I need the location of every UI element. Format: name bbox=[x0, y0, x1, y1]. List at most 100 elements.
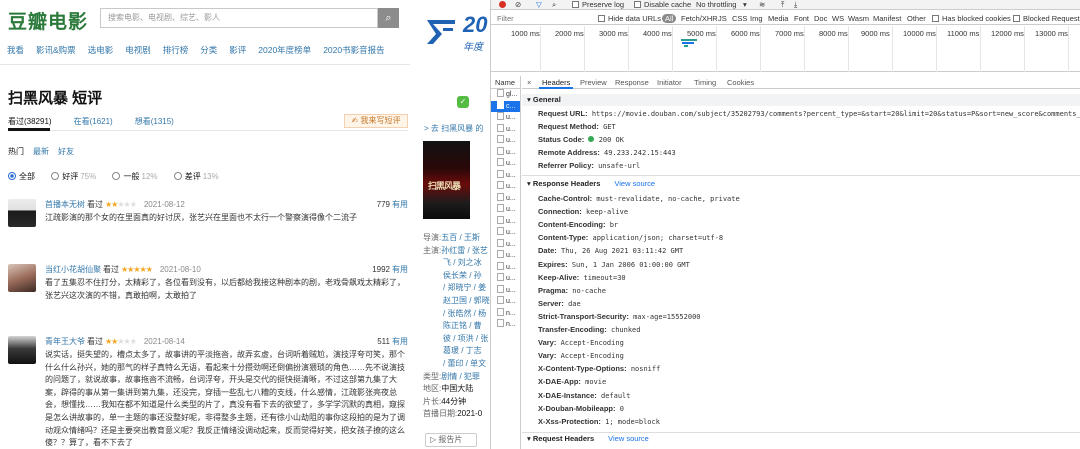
filter-positive[interactable]: 好评 75% bbox=[51, 171, 96, 182]
type-css[interactable]: CSS bbox=[732, 14, 747, 23]
info-value[interactable]: / 郑晓宁 / 姜 bbox=[443, 283, 486, 292]
tab-response[interactable]: Response bbox=[615, 78, 649, 87]
useful-vote[interactable]: 779 有用 bbox=[377, 199, 408, 210]
search-input[interactable]: 搜索电影、电视剧、综艺、影人 bbox=[100, 8, 378, 28]
type-fetch[interactable]: Fetch/XHR bbox=[681, 14, 718, 23]
nav-item[interactable]: 电视剧 bbox=[125, 44, 151, 56]
header-value[interactable]: default bbox=[601, 392, 631, 400]
filter-icon[interactable]: ▽ bbox=[536, 0, 542, 9]
info-value[interactable]: 赵卫国 / 郭晓 bbox=[443, 296, 490, 305]
tab-preview[interactable]: Preview bbox=[580, 78, 607, 87]
record-icon[interactable] bbox=[499, 1, 506, 8]
request-row[interactable]: u... bbox=[491, 284, 520, 297]
request-row[interactable]: u... bbox=[491, 238, 520, 251]
sort-friends[interactable]: 好友 bbox=[58, 146, 74, 157]
request-row[interactable]: u... bbox=[491, 215, 520, 228]
header-value[interactable]: Thu, 26 Aug 2021 03:11:42 GMT bbox=[561, 247, 683, 255]
header-value[interactable]: nosniff bbox=[631, 365, 661, 373]
header-value[interactable]: 49.233.242.15:443 bbox=[604, 149, 676, 157]
upload-icon[interactable]: ⤒ bbox=[781, 0, 784, 9]
info-value[interactable]: 剧情 / 犯罪 bbox=[441, 372, 480, 381]
request-row[interactable]: u... bbox=[491, 273, 520, 285]
header-value[interactable]: movie bbox=[585, 378, 606, 386]
info-value[interactable]: 五百 / 王斯 bbox=[441, 233, 480, 242]
hide-data-urls-checkbox[interactable]: Hide data URLs bbox=[598, 14, 661, 23]
comment-user[interactable]: 首播本无树 bbox=[45, 200, 85, 209]
movie-poster[interactable]: 扫黑风暴 bbox=[423, 141, 470, 219]
avatar[interactable] bbox=[8, 336, 36, 364]
tab-initiator[interactable]: Initiator bbox=[657, 78, 682, 87]
request-row[interactable]: u... bbox=[491, 169, 520, 182]
useful-vote[interactable]: 1992 有用 bbox=[372, 264, 408, 275]
header-value[interactable]: br bbox=[610, 221, 618, 229]
close-icon[interactable]: × bbox=[527, 78, 531, 87]
view-source-link[interactable]: View source bbox=[614, 179, 655, 188]
ad-banner[interactable]: 20 年度 bbox=[425, 12, 490, 64]
request-row[interactable]: u... bbox=[491, 204, 520, 216]
info-value[interactable]: 飞 / 刘之冰 bbox=[443, 258, 482, 267]
request-row[interactable]: u... bbox=[491, 250, 520, 262]
column-header-name[interactable]: Name bbox=[491, 76, 520, 89]
header-value[interactable]: max-age=15552000 bbox=[633, 313, 700, 321]
type-other[interactable]: Other bbox=[907, 14, 926, 23]
filter-neutral[interactable]: 一般 12% bbox=[112, 171, 158, 182]
header-value[interactable]: dae bbox=[568, 300, 581, 308]
nav-item[interactable]: 影评 bbox=[229, 44, 246, 56]
goto-movie-link[interactable]: > 去 扫黑风暴 的 bbox=[424, 123, 483, 134]
nav-item[interactable]: 2020书影音报告 bbox=[323, 44, 384, 56]
comment-user[interactable]: 青年王大爷 bbox=[45, 337, 85, 346]
search-button[interactable]: ⌕ bbox=[378, 8, 399, 28]
header-value[interactable]: Accept-Encoding bbox=[561, 352, 624, 360]
header-value[interactable]: chunked bbox=[611, 326, 641, 334]
request-row[interactable]: u... bbox=[491, 227, 520, 239]
header-value[interactable]: 1; mode=block bbox=[605, 418, 660, 426]
response-headers-section-header[interactable]: ▾ Response Headers View source bbox=[522, 178, 1080, 190]
nav-item[interactable]: 选电影 bbox=[88, 44, 114, 56]
request-row[interactable]: u... bbox=[491, 192, 520, 205]
request-row[interactable]: u... bbox=[491, 261, 520, 274]
info-value[interactable]: 陈正铭 / 曹 bbox=[443, 321, 482, 330]
avatar[interactable] bbox=[8, 264, 36, 292]
tab-timing[interactable]: Timing bbox=[694, 78, 716, 87]
filter-input[interactable]: Filter bbox=[497, 14, 514, 23]
preserve-log-checkbox[interactable]: Preserve log bbox=[572, 0, 624, 9]
type-all[interactable]: All bbox=[662, 14, 677, 23]
download-icon[interactable]: ⤓ bbox=[794, 0, 797, 9]
header-value[interactable]: unsafe-url bbox=[598, 162, 640, 170]
header-value[interactable]: Accept-Encoding bbox=[561, 339, 624, 347]
useful-vote[interactable]: 511 有用 bbox=[377, 336, 408, 347]
type-wasm[interactable]: Wasm bbox=[848, 14, 869, 23]
header-value[interactable]: 0 bbox=[620, 405, 624, 413]
request-row[interactable]: c... bbox=[491, 100, 520, 112]
type-font[interactable]: Font bbox=[794, 14, 809, 23]
nav-item[interactable]: 分类 bbox=[200, 44, 217, 56]
info-value[interactable]: / 张皓然 / 杨 bbox=[443, 309, 486, 318]
header-value[interactable]: GET bbox=[603, 123, 616, 131]
request-row[interactable]: u... bbox=[491, 181, 520, 193]
request-row[interactable]: u... bbox=[491, 296, 520, 308]
request-headers-section-header[interactable]: ▾ Request Headers View source bbox=[522, 433, 1080, 445]
search-icon[interactable]: ⌕ bbox=[552, 0, 556, 9]
request-row[interactable]: u... bbox=[491, 158, 520, 170]
type-media[interactable]: Media bbox=[768, 14, 788, 23]
header-value[interactable]: 200 OK bbox=[599, 136, 624, 144]
request-row[interactable]: u... bbox=[491, 112, 520, 124]
type-img[interactable]: Img bbox=[750, 14, 763, 23]
request-row[interactable]: n... bbox=[491, 319, 520, 331]
request-row[interactable]: gl... bbox=[491, 89, 520, 101]
header-value[interactable]: application/json; charset=utf-8 bbox=[593, 234, 724, 242]
nav-item[interactable]: 2020年度榜单 bbox=[258, 44, 311, 56]
blocked-cookies-checkbox[interactable]: Has blocked cookies bbox=[932, 14, 1011, 23]
type-js[interactable]: JS bbox=[718, 14, 727, 23]
header-value[interactable]: https://movie.douban.com/subject/3520279… bbox=[592, 110, 1080, 118]
nav-item[interactable]: 排行榜 bbox=[163, 44, 189, 56]
sort-latest[interactable]: 最新 bbox=[33, 146, 49, 157]
filter-all[interactable]: 全部 bbox=[8, 171, 35, 182]
header-value[interactable]: keep-alive bbox=[586, 208, 628, 216]
view-source-link[interactable]: View source bbox=[608, 434, 649, 443]
network-timeline[interactable]: 1000 ms 2000 ms 3000 ms 4000 ms 5000 ms … bbox=[491, 26, 1080, 72]
nav-item[interactable]: 影讯&购票 bbox=[36, 44, 76, 56]
header-value[interactable]: must-revalidate, no-cache, private bbox=[596, 195, 739, 203]
wifi-icon[interactable]: ≋ bbox=[759, 0, 765, 9]
request-row[interactable]: u... bbox=[491, 135, 520, 147]
